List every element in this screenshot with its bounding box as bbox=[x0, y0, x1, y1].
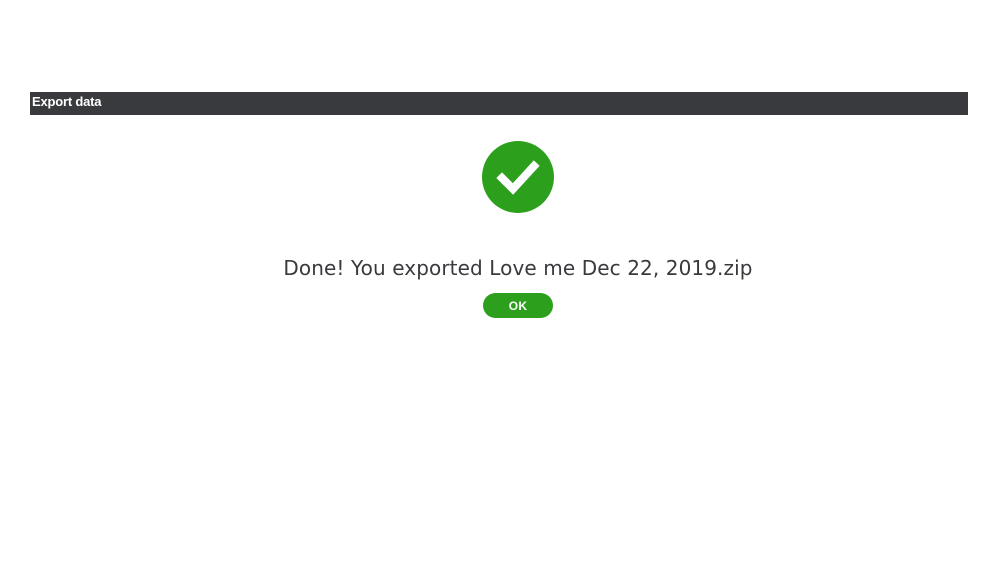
dialog-title: Export data bbox=[32, 94, 102, 109]
export-success-message: Done! You exported Love me Dec 22, 2019.… bbox=[283, 256, 753, 280]
ok-button[interactable]: OK bbox=[483, 293, 553, 318]
dialog-header: Export data bbox=[30, 92, 968, 115]
checkmark-circle-icon bbox=[482, 141, 554, 213]
